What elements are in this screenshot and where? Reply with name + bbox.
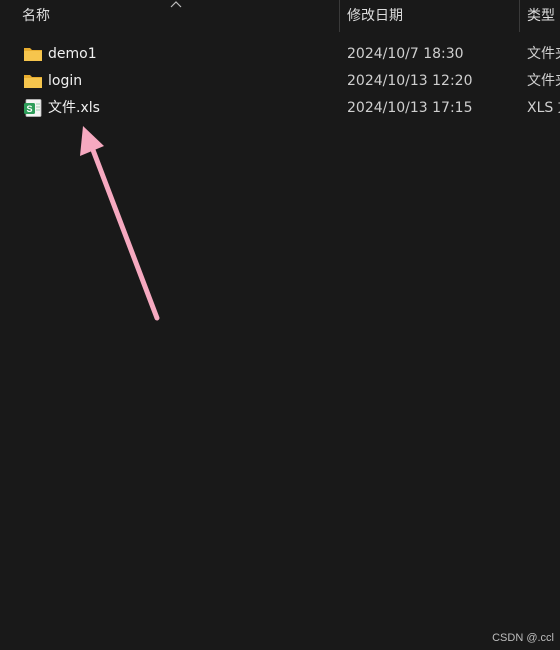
annotation-arrow [80,126,160,321]
watermark: CSDN @.ccl [492,632,554,644]
